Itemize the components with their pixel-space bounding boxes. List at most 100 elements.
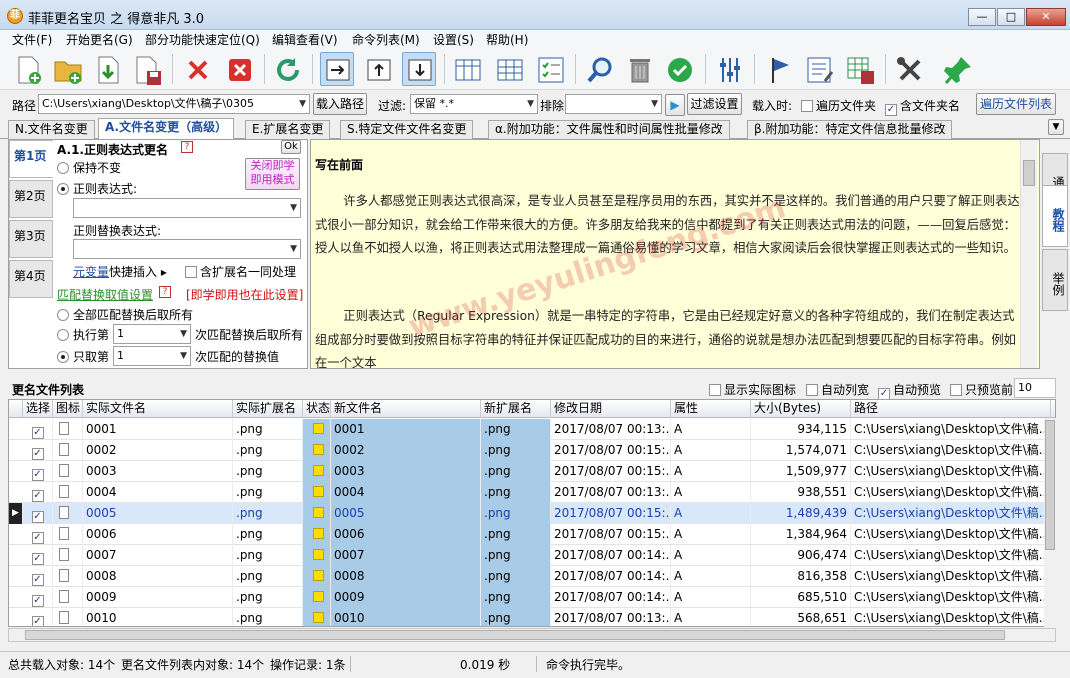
delete-icon[interactable] xyxy=(180,52,214,86)
opt-exec[interactable]: 执行第 xyxy=(57,326,109,343)
match-settings-link[interactable]: 匹配替换取值设置 xyxy=(57,286,153,303)
maximize-button[interactable]: □ xyxy=(997,8,1025,26)
traverse-folders-checkbox[interactable]: 遍历文件夹 xyxy=(801,97,876,114)
table-row[interactable]: ✓ 0001 .png 0001 .png 2017/08/07 00:13:... A 93… xyxy=(9,419,1055,440)
show-icons-box[interactable] xyxy=(709,384,721,396)
row-select-checkbox[interactable]: ✓ xyxy=(23,482,53,503)
right-tab-tutorial[interactable]: 教程 xyxy=(1042,185,1068,247)
edit-document-icon[interactable] xyxy=(802,52,836,86)
tools-icon[interactable] xyxy=(892,52,926,86)
flag-icon[interactable] xyxy=(762,52,796,86)
trash-icon[interactable] xyxy=(622,52,656,86)
save-grid-icon[interactable] xyxy=(843,52,877,86)
search-icon[interactable] xyxy=(582,52,616,86)
header-modified-date[interactable]: 修改日期 xyxy=(551,400,671,418)
menu-quick-locate[interactable]: 部分功能快速定位(Q) xyxy=(145,31,260,48)
menu-edit-view[interactable]: 编辑查看(V) xyxy=(272,31,338,48)
keep-radio[interactable] xyxy=(57,162,69,174)
tab-attribute-batch[interactable]: α.附加功能：文件属性和时间属性批量修改 xyxy=(488,120,730,139)
close-window-button[interactable]: ✕ xyxy=(1026,8,1066,26)
table-row[interactable]: ✓ 0004 .png 0004 .png 2017/08/07 00:13:... A 93… xyxy=(9,482,1055,503)
help-icon-2[interactable]: ? xyxy=(159,286,171,298)
opt-all[interactable]: 全部匹配替换后取所有 xyxy=(57,306,193,323)
quick-insert[interactable]: 元变量快捷插入 ▸ xyxy=(73,263,167,280)
header-icon[interactable]: 图标 xyxy=(53,400,83,418)
exclude-combo[interactable]: ▼ xyxy=(565,94,662,114)
row-select-checkbox[interactable]: ✓ xyxy=(23,524,53,545)
include-folder-name-box[interactable]: ✓ xyxy=(885,104,897,116)
grid-horizontal-scrollbar[interactable] xyxy=(8,628,1056,642)
play-icon[interactable]: ▶ xyxy=(665,94,685,116)
exec-nth-select[interactable]: 1 ▼ xyxy=(113,324,191,344)
tab-extension-change[interactable]: E.扩展名变更 xyxy=(245,120,331,139)
layout-down-icon[interactable] xyxy=(402,52,436,86)
table-row[interactable]: ✓ 0006 .png 0006 .png 2017/08/07 00:15:... A 1,… xyxy=(9,524,1055,545)
row-select-checkbox[interactable]: ✓ xyxy=(23,419,53,440)
header-status[interactable]: 状态 xyxy=(303,400,331,418)
header-size[interactable]: 大小(Bytes) xyxy=(751,400,851,418)
filter-combo[interactable]: 保留 *.* ▼ xyxy=(410,94,538,114)
menu-file[interactable]: 文件(F) xyxy=(12,31,52,48)
menu-command-list[interactable]: 命令列表(M) xyxy=(352,31,420,48)
table-row[interactable]: ✓ 0007 .png 0007 .png 2017/08/07 00:14:... A 90… xyxy=(9,545,1055,566)
menu-settings[interactable]: 设置(S) xyxy=(433,31,474,48)
opt-only[interactable]: 只取第 xyxy=(57,348,109,365)
menu-start-rename[interactable]: 开始更名(G) xyxy=(66,31,133,48)
preview-count-input[interactable]: 10 xyxy=(1014,378,1056,398)
columns-icon[interactable] xyxy=(450,52,484,86)
doc-scrollbar[interactable] xyxy=(1020,140,1037,368)
ok-button[interactable]: Ok xyxy=(281,140,301,154)
checklist-icon[interactable] xyxy=(533,52,567,86)
opt-exec-radio[interactable] xyxy=(57,329,69,341)
row-select-checkbox[interactable]: ✓ xyxy=(23,440,53,461)
regex-input[interactable]: ▼ xyxy=(73,198,301,218)
row-select-checkbox[interactable]: ✓ xyxy=(23,503,53,524)
keep-option[interactable]: 保持不变 xyxy=(57,159,121,176)
preview-first-box[interactable] xyxy=(950,384,962,396)
import-icon[interactable] xyxy=(90,52,124,86)
header-actual-name[interactable]: 实际文件名 xyxy=(83,400,233,418)
header-attribute[interactable]: 属性 xyxy=(671,400,751,418)
table-row[interactable]: ✓ 0002 .png 0002 .png 2017/08/07 00:15:... A 1,… xyxy=(9,440,1055,461)
splitter[interactable] xyxy=(0,370,1070,378)
close-icon[interactable] xyxy=(222,52,256,86)
layout-right-icon[interactable] xyxy=(320,52,354,86)
table-row[interactable]: ✓ 0003 .png 0003 .png 2017/08/07 00:15:... A 1,… xyxy=(9,461,1055,482)
page-tab-4[interactable]: 第4页 xyxy=(9,260,53,298)
traverse-folders-box[interactable] xyxy=(801,100,813,112)
include-folder-name-checkbox[interactable]: ✓ 含文件夹名 xyxy=(885,97,960,116)
grid-vscroll-thumb[interactable] xyxy=(1045,420,1055,550)
header-new-ext[interactable]: 新扩展名 xyxy=(481,400,551,418)
header-new-name[interactable]: 新文件名 xyxy=(331,400,481,418)
table-row[interactable]: ✓ 0010 .png 0010 .png 2017/08/07 00:13:... A 56… xyxy=(9,608,1055,626)
ok-icon[interactable] xyxy=(662,52,696,86)
auto-preview-checkbox[interactable]: ✓ 自动预览 xyxy=(878,381,941,400)
only-nth-select[interactable]: 1 ▼ xyxy=(113,346,191,366)
page-tab-2[interactable]: 第2页 xyxy=(9,180,53,218)
row-select-checkbox[interactable]: ✓ xyxy=(23,566,53,587)
new-file-icon[interactable] xyxy=(10,52,44,86)
traverse-list-button[interactable]: 遍历文件列表 xyxy=(976,93,1056,115)
replace-input[interactable]: ▼ xyxy=(73,239,301,259)
header-path[interactable]: 路径 xyxy=(851,400,1051,418)
table-row[interactable]: ✓ 0008 .png 0008 .png 2017/08/07 00:14:... A 81… xyxy=(9,566,1055,587)
close-instant-mode-button[interactable]: 关闭即学 即用模式 xyxy=(245,158,300,190)
grid-vertical-scrollbar[interactable] xyxy=(1044,418,1056,628)
page-tab-3[interactable]: 第3页 xyxy=(9,220,53,258)
path-combo[interactable]: C:\Users\xiang\Desktop\文件\稿子\0305 ▼ xyxy=(38,94,310,114)
with-ext-box[interactable] xyxy=(185,266,197,278)
regex-radio[interactable] xyxy=(57,183,69,195)
refresh-icon[interactable] xyxy=(270,52,304,86)
layout-up-icon[interactable] xyxy=(361,52,395,86)
row-select-checkbox[interactable]: ✓ xyxy=(23,545,53,566)
tab-dropdown-icon[interactable]: ▼ xyxy=(1048,119,1064,135)
regex-option[interactable]: 正则表达式: xyxy=(57,180,137,197)
minimize-button[interactable]: — xyxy=(968,8,996,26)
header-select[interactable]: 选择 xyxy=(23,400,53,418)
open-folder-icon[interactable] xyxy=(50,52,84,86)
preview-first-checkbox[interactable]: 只预览前 xyxy=(950,381,1013,398)
row-select-checkbox[interactable]: ✓ xyxy=(23,587,53,608)
menu-help[interactable]: 帮助(H) xyxy=(486,31,528,48)
opt-only-radio[interactable] xyxy=(57,351,69,363)
metavar-link[interactable]: 元变量 xyxy=(73,265,109,279)
